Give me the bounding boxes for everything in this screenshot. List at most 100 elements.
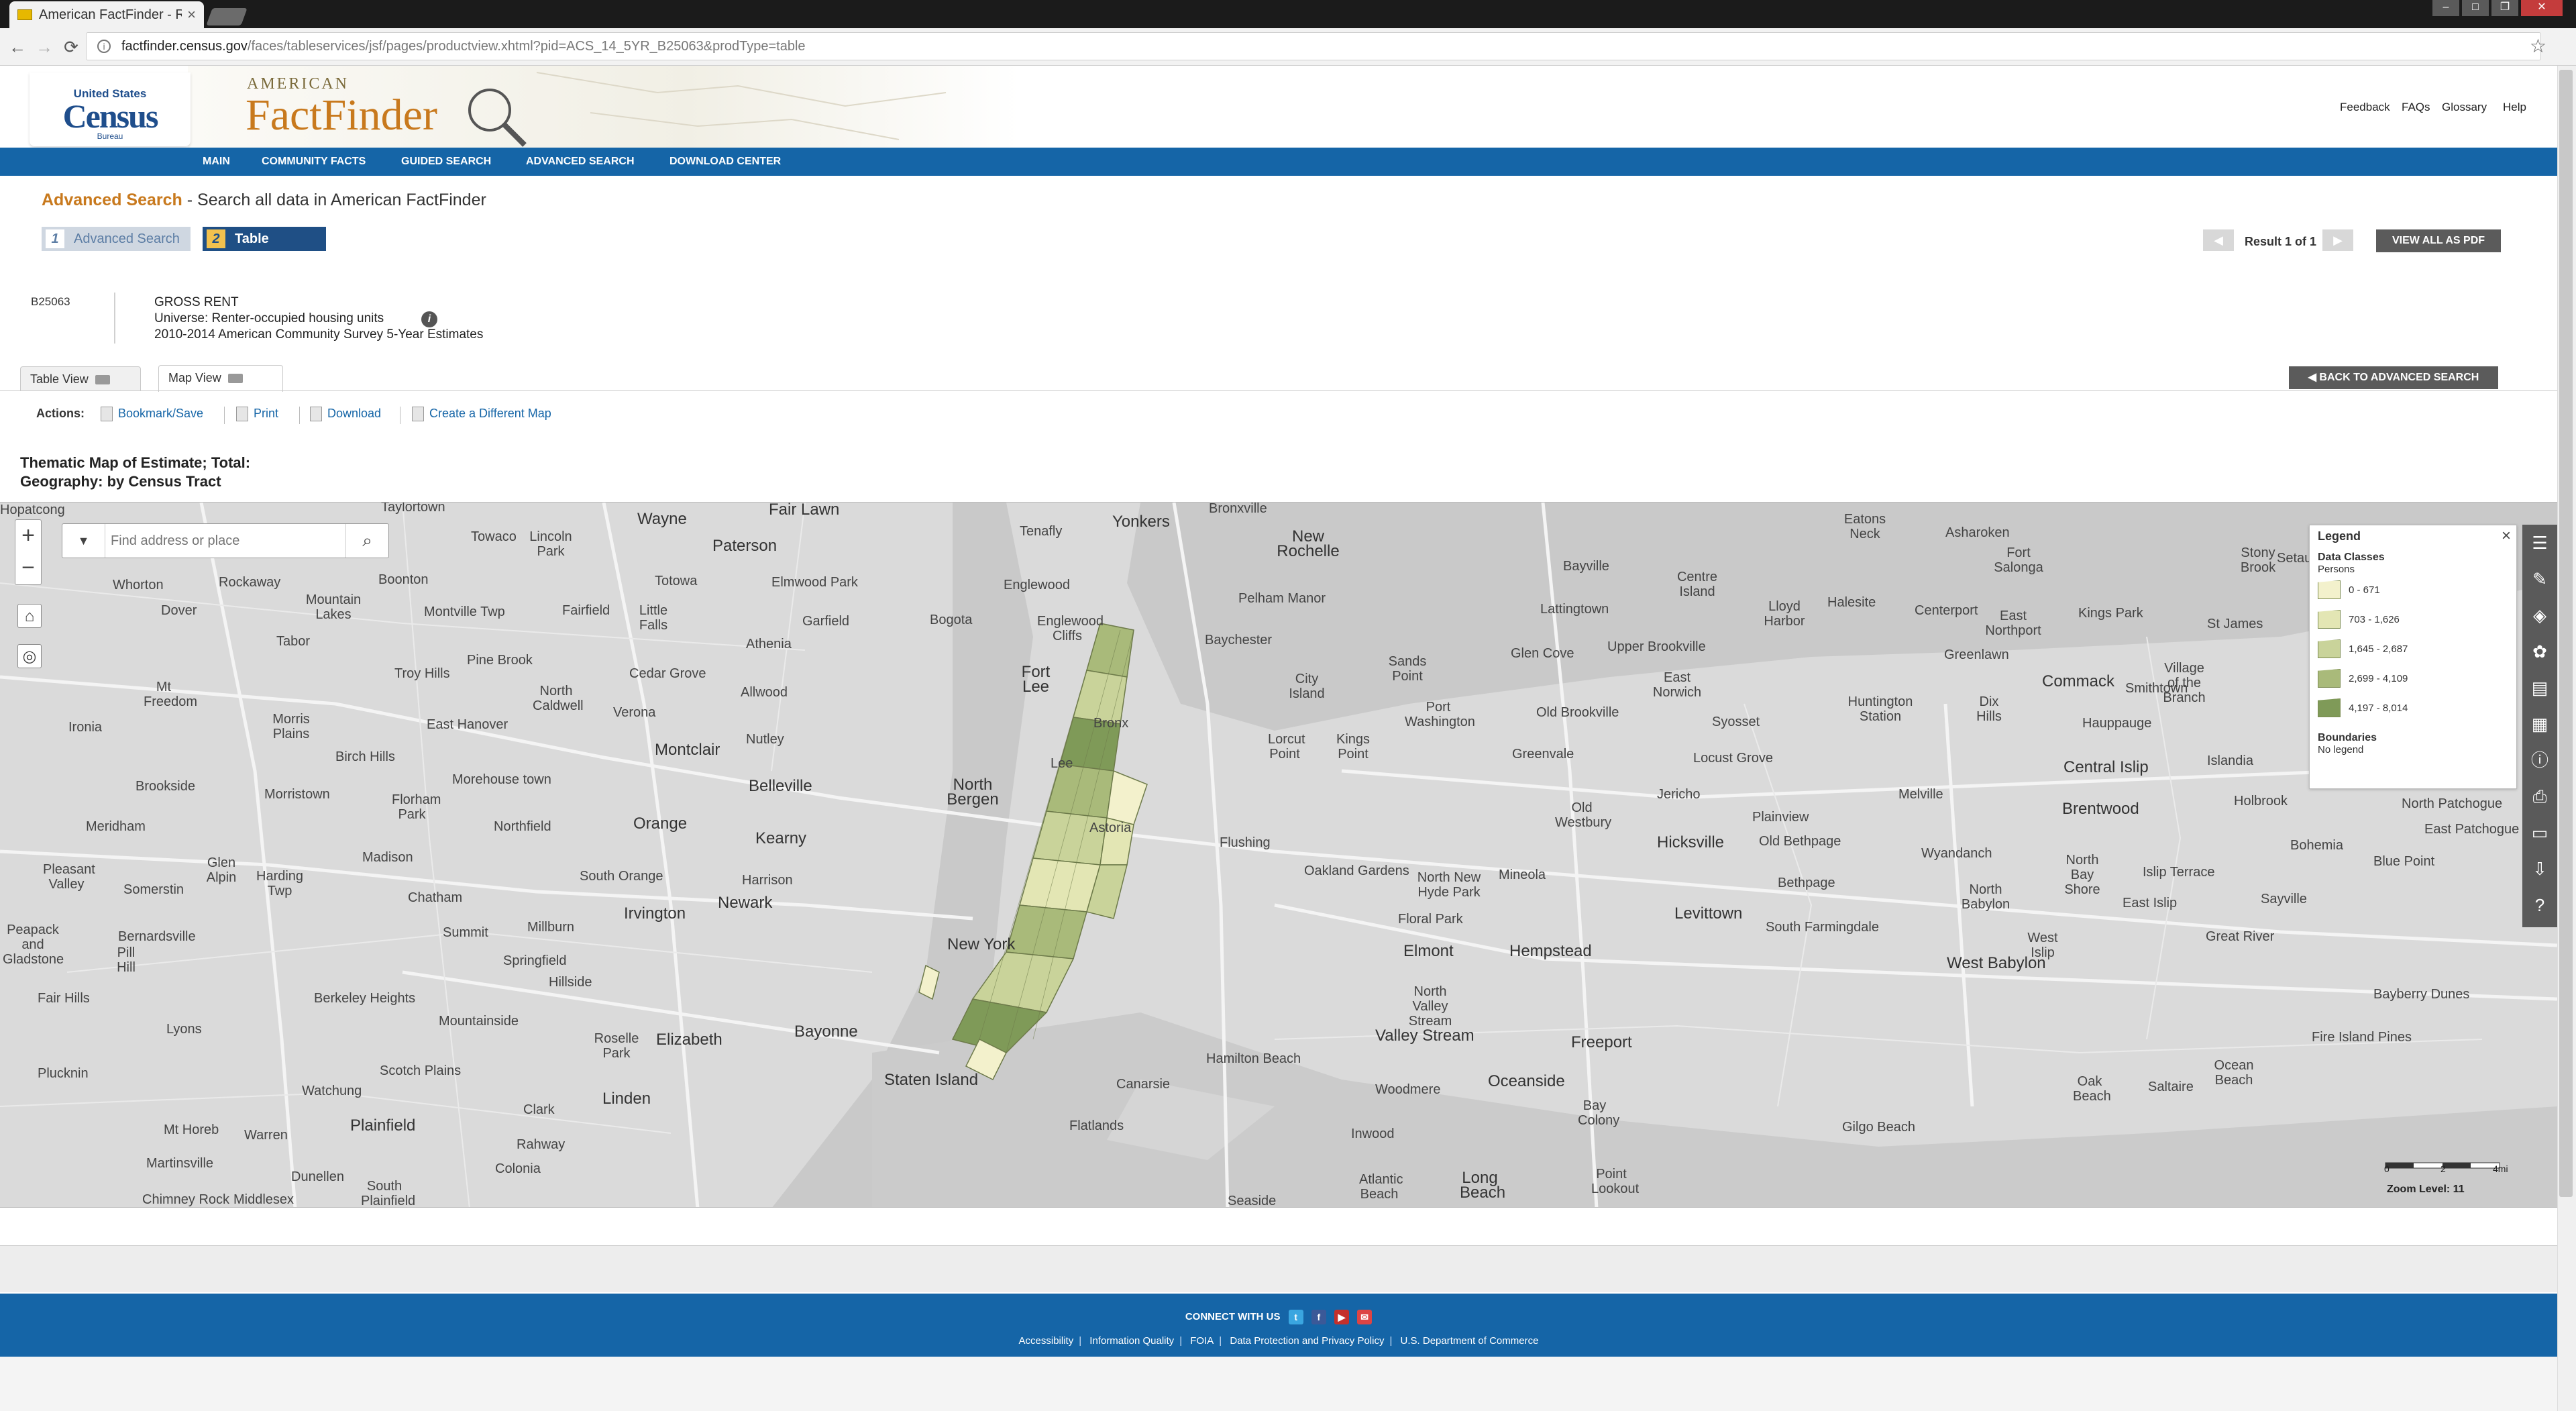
map-label: Plainfield <box>350 1116 416 1135</box>
glossary-link[interactable]: Glossary <box>2442 101 2487 114</box>
search-icon[interactable]: ⌕ <box>345 524 388 558</box>
map-label: Lincoln Park <box>529 529 572 559</box>
footer-link-privacy[interactable]: Data Protection and Privacy Policy <box>1230 1335 1384 1347</box>
grid-icon[interactable]: ▦ <box>2522 706 2557 742</box>
legend-swatch <box>2318 669 2341 688</box>
map-label: Fair Lawn <box>769 502 840 519</box>
magnifier-logo-icon <box>468 89 527 147</box>
map-label: Mt Freedom <box>144 680 198 709</box>
map-canvas[interactable]: Hopatcong Taylortown Wayne Fair Lawn Ten… <box>0 502 2557 1208</box>
step-number: 1 <box>46 229 64 248</box>
maximize-window-button[interactable]: □ <box>2462 0 2489 16</box>
scrollbar-thumb[interactable] <box>2559 70 2573 1197</box>
close-window-button[interactable]: ✕ <box>2521 0 2563 16</box>
legend-class: 1,645 - 2,687 <box>2318 634 2508 664</box>
create-different-map-link[interactable]: Create a Different Map <box>412 407 551 422</box>
legend-class: 2,699 - 4,109 <box>2318 664 2508 693</box>
wrench-icon[interactable]: ✎ <box>2522 561 2557 597</box>
footer-link-information-quality[interactable]: Information Quality <box>1089 1335 1174 1347</box>
tab-table-view[interactable]: Table View <box>20 366 141 390</box>
facebook-icon[interactable]: f <box>1311 1310 1326 1324</box>
nav-guided-search[interactable]: GUIDED SEARCH <box>401 148 491 176</box>
map-label: Greenvale <box>1512 747 1574 762</box>
locate-button[interactable]: ◎ <box>17 644 42 668</box>
document-icon[interactable]: ▤ <box>2522 670 2557 706</box>
list-icon[interactable]: ☰ <box>2522 525 2557 561</box>
map-title-line1: Thematic Map of Estimate; Total: <box>20 454 251 471</box>
help-link[interactable]: Help <box>2503 101 2526 114</box>
divider <box>114 293 115 344</box>
zoom-in-button[interactable]: + <box>15 520 41 552</box>
info-circle-icon[interactable]: ⓘ <box>2522 742 2557 778</box>
brand-factfinder[interactable]: FactFinder <box>246 90 437 141</box>
tab-divider <box>0 390 2557 391</box>
divider <box>224 407 225 424</box>
map-label: City Island <box>1289 672 1325 701</box>
map-label: Ironia <box>68 720 103 735</box>
footer-link-foia[interactable]: FOIA <box>1190 1335 1214 1347</box>
page-icon[interactable]: ▭ <box>2522 815 2557 851</box>
table-survey: 2010-2014 American Community Survey 5-Ye… <box>154 327 484 342</box>
map-label: Lattingtown <box>1540 602 1609 617</box>
scale-label: 2 <box>2440 1163 2446 1174</box>
info-icon[interactable]: i <box>421 311 437 327</box>
map-label: East Islip <box>2123 896 2178 910</box>
nav-community-facts[interactable]: COMMUNITY FACTS <box>262 148 366 176</box>
advanced-search-link[interactable]: Advanced Search <box>42 191 182 209</box>
map-label: Blue Point <box>2373 854 2435 869</box>
footer-link-commerce[interactable]: U.S. Department of Commerce <box>1401 1335 1539 1347</box>
nav-main[interactable]: MAIN <box>203 148 230 176</box>
twitter-icon[interactable]: t <box>1288 1310 1303 1324</box>
legend-unit: Persons <box>2318 564 2355 575</box>
home-extent-button[interactable]: ⌂ <box>17 604 42 628</box>
step-advanced-search[interactable]: 1 Advanced Search <box>42 227 191 251</box>
map-label: Elizabeth <box>656 1031 722 1049</box>
search-source-dropdown[interactable]: ▼ <box>62 524 105 558</box>
email-icon[interactable]: ✉ <box>1357 1310 1373 1324</box>
table-title: GROSS RENT <box>154 295 239 309</box>
map-search-input[interactable] <box>109 529 331 552</box>
reload-icon[interactable]: ⟳ <box>59 35 83 59</box>
site-footer <box>0 1294 2557 1357</box>
nav-advanced-search[interactable]: ADVANCED SEARCH <box>526 148 635 176</box>
layers-icon[interactable]: ◈ <box>2522 597 2557 633</box>
close-tab-icon[interactable]: × <box>187 6 196 23</box>
new-tab-button[interactable] <box>206 8 248 25</box>
map-label: New Rochelle <box>1277 527 1340 560</box>
footer-link-accessibility[interactable]: Accessibility <box>1019 1335 1074 1347</box>
back-arrow-icon[interactable]: ← <box>5 35 30 59</box>
restore-window-button[interactable]: ❐ <box>2491 0 2518 16</box>
next-result-button[interactable]: ▶ <box>2322 229 2353 251</box>
page-info-icon[interactable]: i <box>97 40 111 53</box>
map-label: Bayville <box>1563 559 1609 574</box>
step-table-viewer[interactable]: 2 Table Viewer <box>203 227 326 270</box>
palette-icon[interactable]: ✿ <box>2522 633 2557 670</box>
minimize-window-button[interactable]: – <box>2432 0 2459 16</box>
tab-map-view[interactable]: Map View <box>158 365 283 392</box>
nav-download-center[interactable]: DOWNLOAD CENTER <box>669 148 781 176</box>
bookmark-save-link[interactable]: Bookmark/Save <box>101 407 203 422</box>
zoom-out-button[interactable]: − <box>15 552 41 584</box>
back-to-advanced-search-button[interactable]: ◀ BACK TO ADVANCED SEARCH <box>2289 366 2498 389</box>
feedback-link[interactable]: Feedback <box>2340 101 2390 114</box>
previous-result-button[interactable]: ◀ <box>2203 229 2234 251</box>
forward-arrow-icon[interactable]: → <box>32 35 56 59</box>
printer-icon[interactable]: ⎙ <box>2522 778 2557 815</box>
download-link[interactable]: Download <box>310 407 381 422</box>
close-legend-icon[interactable]: × <box>2502 527 2511 545</box>
map-label: Troy Hills <box>394 666 450 681</box>
bookmark-star-icon[interactable]: ☆ <box>2530 35 2546 57</box>
browser-tab[interactable]: American FactFinder - Re × <box>9 1 204 28</box>
map-label: Orange <box>633 815 688 833</box>
youtube-icon[interactable]: ▶ <box>1334 1310 1349 1324</box>
export-icon[interactable]: ⇩ <box>2522 851 2557 887</box>
download-icon <box>310 407 322 422</box>
print-link[interactable]: Print <box>236 407 278 422</box>
map-label: Fair Hills <box>38 991 90 1006</box>
map-label: Mt Horeb <box>164 1122 219 1137</box>
census-bureau-logo[interactable]: United States Census Bureau <box>30 72 191 146</box>
help-icon[interactable]: ? <box>2522 887 2557 923</box>
url-input[interactable]: i factfinder.census.gov/faces/tableservi… <box>86 32 2541 60</box>
view-all-pdf-button[interactable]: VIEW ALL AS PDF <box>2376 229 2501 252</box>
faqs-link[interactable]: FAQs <box>2402 101 2430 114</box>
